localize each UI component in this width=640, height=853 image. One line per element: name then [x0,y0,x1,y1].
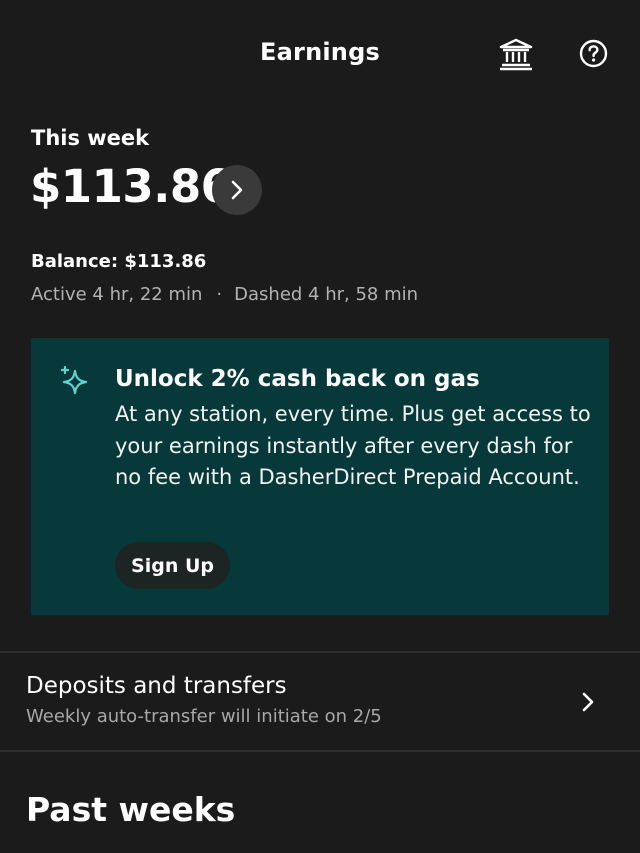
stats-separator: · [216,284,223,305]
deposits-subtitle: Weekly auto-transfer will initiate on 2/… [26,706,382,727]
active-time: Active 4 hr, 22 min [31,284,203,305]
this-week-label: This week [31,126,150,150]
page-title: Earnings [260,38,380,66]
past-weeks-heading: Past weeks [26,790,236,829]
deposits-title: Deposits and transfers [26,673,287,699]
app-header: Earnings [0,0,640,106]
promo-title: Unlock 2% cash back on gas [115,366,480,392]
time-stats: Active 4 hr, 22 min · Dashed 4 hr, 58 min [31,284,418,305]
sparkle-icon [60,366,88,395]
dashed-time: Dashed 4 hr, 58 min [234,284,419,305]
chevron-right-icon [582,692,594,712]
sign-up-button[interactable]: Sign Up [115,542,230,589]
bank-icon[interactable] [498,37,534,71]
chevron-right-icon [231,180,243,200]
balance-text: Balance: $113.86 [31,251,207,272]
weekly-earnings-amount: $113.86 [30,160,232,213]
promo-body: At any station, every time. Plus get acc… [115,402,591,489]
section-divider [0,750,640,752]
help-circle-icon[interactable] [579,39,608,68]
deposits-and-transfers-row[interactable]: Deposits and transfers Weekly auto-trans… [0,653,640,749]
week-details-button[interactable] [212,165,262,215]
